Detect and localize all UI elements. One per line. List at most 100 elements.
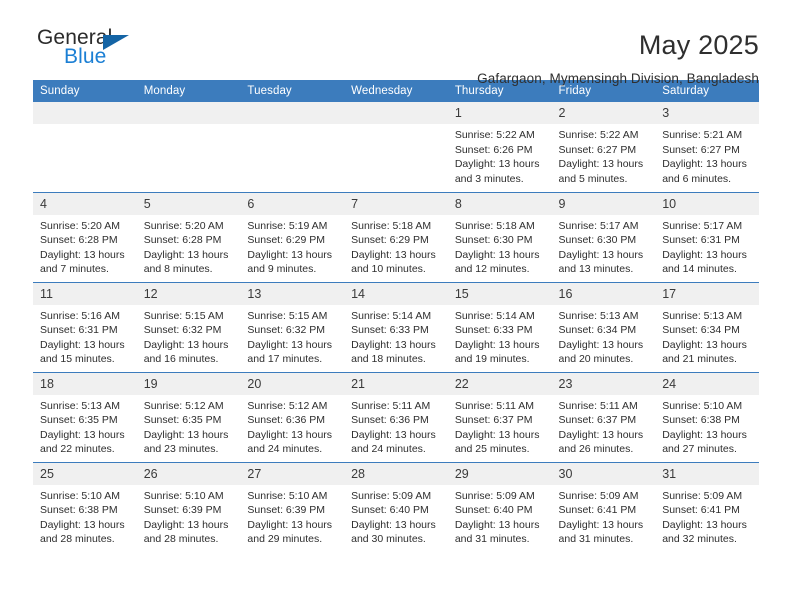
- calendar-day-cell[interactable]: 18 Sunrise: 5:13 AM Sunset: 6:35 PM Dayligh…: [33, 371, 137, 462]
- weekday-header-tuesday: Tuesday: [240, 80, 345, 102]
- sunset-text: Sunset: 6:30 PM: [454, 234, 533, 246]
- daylight-text-line2: and 13 minutes.: [558, 263, 634, 275]
- calendar-day-cell[interactable]: 7 Sunrise: 5:18 AM Sunset: 6:29 PM Daylight…: [344, 191, 448, 282]
- day-info: Sunrise: 5:12 AM Sunset: 6:36 PM Daylight:…: [240, 395, 344, 457]
- calendar-day-cell[interactable]: 1 Sunrise: 5:22 AM Sunset: 6:26 PM Daylight…: [447, 102, 552, 192]
- daylight-text-line1: Daylight: 13 hours: [40, 428, 125, 441]
- calendar-day-cell[interactable]: 22 Sunrise: 5:11 AM Sunset: 6:37 PM Dayligh…: [447, 371, 552, 462]
- sunset-text: Sunset: 6:31 PM: [662, 234, 740, 246]
- sunset-text: Sunset: 6:41 PM: [662, 504, 740, 516]
- calendar-day-cell[interactable]: 26 Sunrise: 5:10 AM Sunset: 6:39 PM Dayligh…: [136, 461, 241, 553]
- day-info: Sunrise: 5:15 AM Sunset: 6:32 PM Daylight:…: [137, 305, 241, 367]
- day-info: Sunrise: 5:20 AM Sunset: 6:28 PM Daylight:…: [137, 215, 241, 277]
- daylight-text-line2: and 20 minutes.: [558, 353, 634, 365]
- sunrise-sunset-calendar-table: Sunday Monday Tuesday Wednesday Thursday…: [33, 80, 759, 552]
- day-cell-inner: 26 Sunrise: 5:10 AM Sunset: 6:39 PM Dayligh…: [136, 462, 241, 553]
- calendar-day-cell[interactable]: 14 Sunrise: 5:14 AM Sunset: 6:33 PM Dayligh…: [344, 281, 448, 372]
- calendar-day-cell[interactable]: 25 Sunrise: 5:10 AM Sunset: 6:38 PM Dayligh…: [33, 461, 137, 553]
- calendar-day-cell[interactable]: 3 Sunrise: 5:21 AM Sunset: 6:27 PM Daylight…: [655, 102, 759, 192]
- calendar-day-cell[interactable]: 10 Sunrise: 5:17 AM Sunset: 6:31 PM Dayligh…: [655, 191, 759, 282]
- daylight-text-line1: Daylight: 13 hours: [454, 338, 540, 351]
- day-info: Sunrise: 5:09 AM Sunset: 6:41 PM Daylight:…: [552, 485, 656, 547]
- day-info: Sunrise: 5:13 AM Sunset: 6:34 PM Daylight:…: [552, 305, 656, 367]
- day-info: Sunrise: 5:11 AM Sunset: 6:36 PM Daylight:…: [344, 395, 448, 457]
- sunset-text: Sunset: 6:35 PM: [40, 414, 118, 426]
- calendar-day-cell[interactable]: 17 Sunrise: 5:13 AM Sunset: 6:34 PM Dayligh…: [655, 281, 759, 372]
- sunset-text: Sunset: 6:38 PM: [662, 414, 740, 426]
- day-info: Sunrise: 5:10 AM Sunset: 6:39 PM Daylight:…: [137, 485, 241, 547]
- sunrise-text: Sunrise: 5:20 AM: [143, 219, 224, 232]
- sunrise-text: Sunrise: 5:14 AM: [351, 309, 432, 322]
- location-subtitle: Gafargaon, Mymensingh Division, Banglade…: [477, 71, 759, 86]
- calendar-day-cell[interactable]: 9 Sunrise: 5:17 AM Sunset: 6:30 PM Daylight…: [551, 191, 656, 282]
- daylight-text-line1: Daylight: 13 hours: [351, 248, 436, 261]
- day-cell-inner: [344, 102, 448, 192]
- day-number: 6: [240, 192, 345, 215]
- sunrise-text: Sunrise: 5:11 AM: [558, 399, 638, 412]
- calendar-day-cell[interactable]: 29 Sunrise: 5:09 AM Sunset: 6:40 PM Dayligh…: [447, 461, 552, 553]
- day-number: 1: [447, 102, 552, 124]
- calendar-day-cell[interactable]: 20 Sunrise: 5:12 AM Sunset: 6:36 PM Dayligh…: [240, 371, 345, 462]
- day-number: 24: [655, 372, 759, 395]
- calendar-day-cell[interactable]: 6 Sunrise: 5:19 AM Sunset: 6:29 PM Daylight…: [240, 191, 345, 282]
- calendar-day-cell-empty: [33, 102, 137, 192]
- daylight-text-line2: and 28 minutes.: [143, 533, 219, 545]
- day-number: 8: [447, 192, 552, 215]
- day-number: 29: [447, 462, 552, 485]
- brand-logo[interactable]: General Blue: [33, 27, 193, 79]
- calendar-day-cell[interactable]: 30 Sunrise: 5:09 AM Sunset: 6:41 PM Dayligh…: [551, 461, 656, 552]
- daylight-text-line2: and 31 minutes.: [558, 533, 634, 545]
- day-info: Sunrise: 5:11 AM Sunset: 6:37 PM Daylight:…: [448, 395, 552, 457]
- sunrise-text: Sunrise: 5:22 AM: [454, 129, 535, 141]
- daylight-text-line1: Daylight: 13 hours: [662, 518, 747, 531]
- day-cell-inner: 29 Sunrise: 5:09 AM Sunset: 6:40 PM Dayligh…: [447, 462, 552, 553]
- day-info: Sunrise: 5:22 AM Sunset: 6:26 PM Daylight:…: [448, 124, 552, 186]
- sunset-text: Sunset: 6:32 PM: [247, 324, 326, 336]
- calendar-day-cell[interactable]: 16 Sunrise: 5:13 AM Sunset: 6:34 PM Dayligh…: [551, 281, 656, 372]
- calendar-day-cell[interactable]: 15 Sunrise: 5:14 AM Sunset: 6:33 PM Dayligh…: [447, 281, 552, 372]
- sunrise-text: Sunrise: 5:17 AM: [662, 219, 743, 232]
- daylight-text-line1: Daylight: 13 hours: [662, 338, 747, 351]
- triangle-logo-icon: [103, 35, 129, 50]
- calendar-day-cell[interactable]: 27 Sunrise: 5:10 AM Sunset: 6:39 PM Dayligh…: [240, 461, 345, 552]
- day-cell-inner: 25 Sunrise: 5:10 AM Sunset: 6:38 PM Dayligh…: [33, 462, 137, 553]
- calendar-day-cell[interactable]: 21 Sunrise: 5:11 AM Sunset: 6:36 PM Dayligh…: [344, 371, 448, 462]
- calendar-day-cell[interactable]: 13 Sunrise: 5:15 AM Sunset: 6:32 PM Dayligh…: [240, 281, 345, 372]
- daylight-text-line1: Daylight: 13 hours: [351, 428, 436, 441]
- day-info: Sunrise: 5:21 AM Sunset: 6:27 PM Daylight:…: [655, 124, 759, 186]
- calendar-day-cell[interactable]: 23 Sunrise: 5:11 AM Sunset: 6:37 PM Dayligh…: [551, 371, 656, 462]
- calendar-day-cell[interactable]: 28 Sunrise: 5:09 AM Sunset: 6:40 PM Dayligh…: [344, 461, 448, 552]
- daylight-text-line1: Daylight: 13 hours: [247, 248, 333, 261]
- calendar-day-cell[interactable]: 19 Sunrise: 5:12 AM Sunset: 6:35 PM Dayligh…: [136, 371, 241, 462]
- calendar-day-cell[interactable]: 31 Sunrise: 5:09 AM Sunset: 6:41 PM Dayligh…: [655, 461, 759, 552]
- calendar-day-cell[interactable]: 4 Sunrise: 5:20 AM Sunset: 6:28 PM Daylight…: [33, 191, 137, 282]
- sunset-text: Sunset: 6:30 PM: [558, 234, 637, 246]
- day-number: 13: [240, 282, 345, 305]
- day-cell-inner: 1 Sunrise: 5:22 AM Sunset: 6:26 PM Daylight…: [447, 102, 552, 192]
- day-info: Sunrise: 5:18 AM Sunset: 6:30 PM Daylight:…: [448, 215, 552, 277]
- day-info: Sunrise: 5:09 AM Sunset: 6:40 PM Daylight:…: [448, 485, 552, 547]
- day-info: Sunrise: 5:12 AM Sunset: 6:35 PM Daylight:…: [137, 395, 241, 457]
- day-cell-inner: [240, 102, 345, 192]
- daylight-text-line2: and 25 minutes.: [454, 443, 530, 455]
- day-number: 22: [447, 372, 552, 395]
- calendar-day-cell[interactable]: 24 Sunrise: 5:10 AM Sunset: 6:38 PM Dayligh…: [655, 371, 759, 462]
- daylight-text-line1: Daylight: 13 hours: [558, 158, 644, 170]
- daylight-text-line2: and 10 minutes.: [351, 263, 426, 275]
- day-cell-inner: 12 Sunrise: 5:15 AM Sunset: 6:32 PM Dayligh…: [136, 282, 241, 372]
- calendar-day-cell[interactable]: 11 Sunrise: 5:16 AM Sunset: 6:31 PM Dayligh…: [33, 281, 137, 372]
- page-title: May 2025: [638, 30, 759, 60]
- daylight-text-line1: Daylight: 13 hours: [454, 158, 540, 170]
- calendar-day-cell[interactable]: 8 Sunrise: 5:18 AM Sunset: 6:30 PM Daylight…: [447, 191, 552, 282]
- daylight-text-line1: Daylight: 13 hours: [558, 428, 644, 441]
- sunrise-text: Sunrise: 5:10 AM: [662, 399, 743, 412]
- day-number: 27: [240, 462, 345, 485]
- calendar-day-cell[interactable]: 2 Sunrise: 5:22 AM Sunset: 6:27 PM Daylight…: [551, 102, 656, 192]
- sunrise-text: Sunrise: 5:16 AM: [40, 309, 120, 322]
- calendar-day-cell[interactable]: 5 Sunrise: 5:20 AM Sunset: 6:28 PM Daylight…: [136, 191, 241, 282]
- sunrise-text: Sunrise: 5:09 AM: [454, 489, 535, 502]
- weekday-header-wednesday: Wednesday: [344, 80, 448, 102]
- day-cell-inner: 21 Sunrise: 5:11 AM Sunset: 6:36 PM Dayligh…: [344, 372, 448, 462]
- sunrise-text: Sunrise: 5:12 AM: [143, 399, 224, 412]
- calendar-day-cell[interactable]: 12 Sunrise: 5:15 AM Sunset: 6:32 PM Dayligh…: [136, 281, 241, 372]
